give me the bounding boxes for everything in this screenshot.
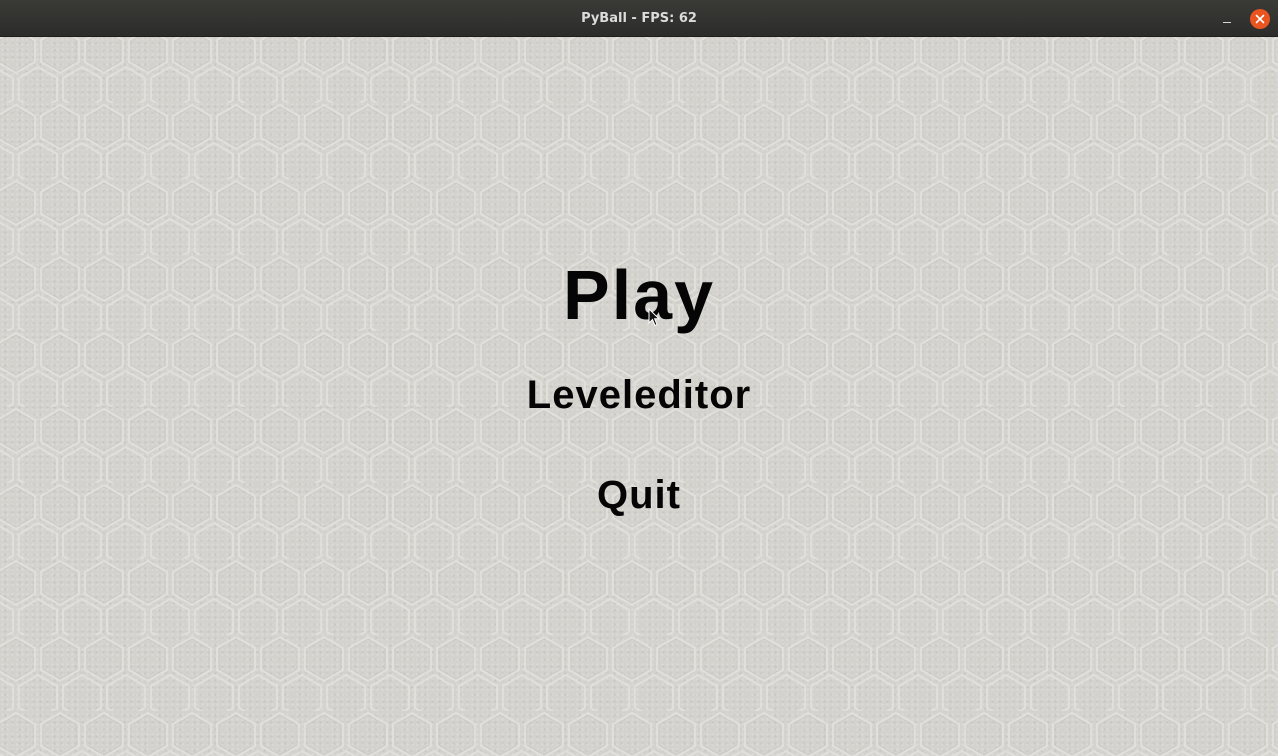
game-window: PyBall - FPS: 62 Play Leveleditor Quit [0,0,1278,756]
title-bar[interactable]: PyBall - FPS: 62 [0,0,1278,37]
close-button[interactable] [1250,9,1270,29]
play-button[interactable]: Play [0,255,1278,335]
mouse-pointer-icon [648,308,660,327]
leveleditor-button[interactable]: Leveleditor [0,372,1278,418]
window-title: PyBall - FPS: 62 [581,11,697,26]
quit-button[interactable]: Quit [0,472,1278,518]
minimize-button[interactable] [1217,9,1237,29]
game-canvas[interactable]: Play Leveleditor Quit [0,37,1278,756]
close-icon [1255,14,1265,24]
